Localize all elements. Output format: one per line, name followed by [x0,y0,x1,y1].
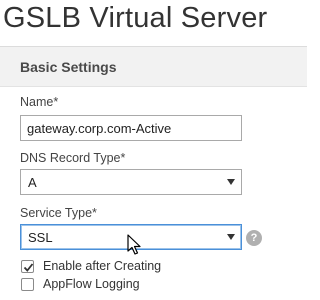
name-label: Name* [20,95,59,109]
enable-after-creating-label: Enable after Creating [43,259,162,273]
service-type-select[interactable]: SSL [20,224,242,250]
appflow-logging-checkbox[interactable] [21,278,34,291]
name-input[interactable] [20,115,242,141]
service-type-value: SSL [28,230,53,245]
dns-record-type-value: A [28,175,37,190]
page-title: GSLB Virtual Server [3,2,268,34]
panel-title: Basic Settings [20,59,117,75]
enable-after-creating-checkbox[interactable] [21,260,34,273]
appflow-logging-label: AppFlow Logging [43,277,140,291]
dns-record-type-select[interactable]: A [20,169,242,195]
panel-header: Basic Settings [0,47,307,87]
chevron-down-icon [227,179,235,185]
dns-record-type-label: DNS Record Type* [20,151,126,165]
help-icon[interactable]: ? [246,230,262,246]
service-type-label: Service Type* [20,206,97,220]
chevron-down-icon [227,234,235,240]
checkmark-icon [23,263,34,272]
